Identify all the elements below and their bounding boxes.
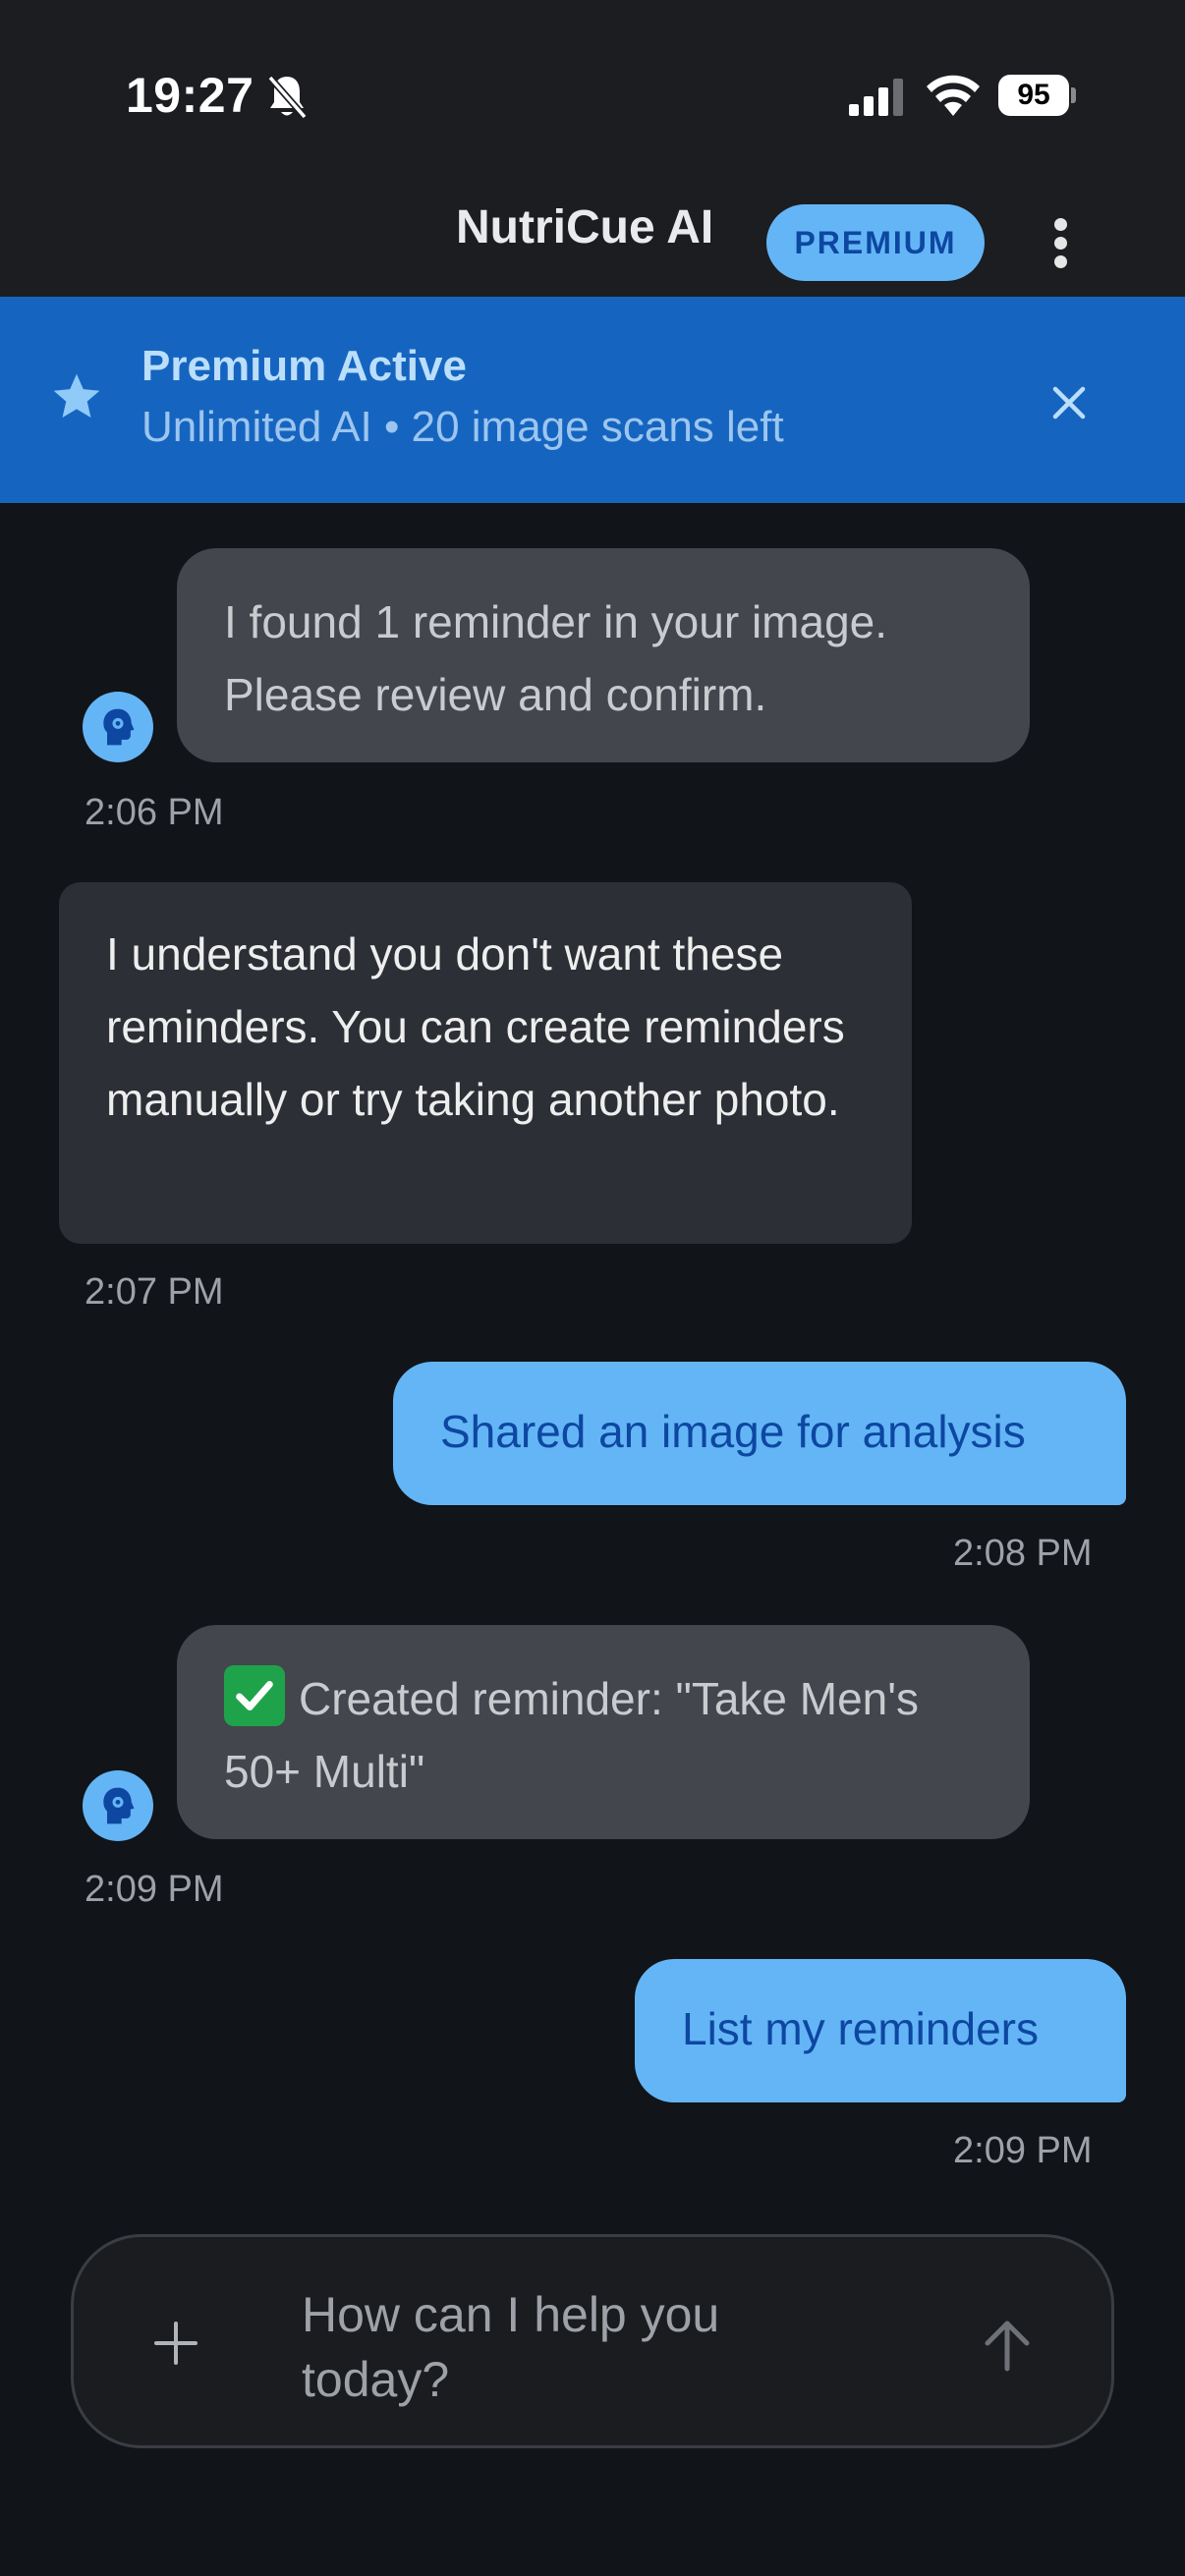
message-text: I found 1 reminder in your image. Please…	[224, 596, 888, 720]
premium-banner: Premium Active Unlimited AI • 20 image s…	[0, 297, 1185, 503]
check-mark-icon	[224, 1665, 285, 1726]
message-time: 2:07 PM	[85, 1271, 224, 1313]
bot-avatar-icon	[83, 692, 153, 762]
arrow-up-icon[interactable]	[982, 2318, 1033, 2373]
bot-message: Created reminder: "Take Men's 50+ Multi"	[177, 1625, 1030, 1839]
user-message: List my reminders	[635, 1959, 1126, 2102]
banner-subtitle: Unlimited AI • 20 image scans left	[141, 403, 784, 451]
message-time: 2:09 PM	[85, 1869, 224, 1910]
plus-icon[interactable]	[152, 2320, 199, 2367]
star-icon	[53, 373, 100, 418]
more-vertical-icon[interactable]	[1044, 214, 1079, 271]
chat-screen: 19:27 95 NutriCue AI PREMIUM Premium Act…	[0, 0, 1185, 2576]
message-text: List my reminders	[682, 2003, 1039, 2054]
message-time: 2:08 PM	[953, 1533, 1093, 1574]
premium-badge[interactable]: PREMIUM	[766, 204, 985, 281]
wifi-icon	[927, 75, 980, 116]
message-input[interactable]: How can I help you today?	[302, 2282, 852, 2412]
message-text: Created reminder: "Take Men's 50+ Multi"	[224, 1673, 920, 1797]
bot-avatar-icon	[83, 1770, 153, 1841]
message-composer[interactable]: How can I help you today?	[71, 2234, 1114, 2448]
battery-level: 95	[998, 75, 1069, 116]
close-icon[interactable]	[1045, 379, 1093, 426]
message-text: I understand you don't want these remind…	[106, 928, 845, 1125]
app-title: NutriCue AI	[456, 201, 714, 253]
status-time: 19:27	[126, 68, 254, 123]
bot-message: I found 1 reminder in your image. Please…	[177, 548, 1030, 762]
signal-icon	[849, 79, 903, 116]
banner-title: Premium Active	[141, 342, 467, 390]
message-time: 2:06 PM	[85, 792, 224, 833]
top-bar: 19:27 95 NutriCue AI PREMIUM	[0, 0, 1185, 297]
bell-off-icon	[267, 75, 308, 120]
battery-icon: 95	[998, 75, 1077, 116]
message-text: Shared an image for analysis	[440, 1406, 1026, 1457]
assistant-message: I understand you don't want these remind…	[59, 882, 912, 1244]
message-time: 2:09 PM	[953, 2130, 1093, 2171]
user-message: Shared an image for analysis	[393, 1362, 1126, 1505]
